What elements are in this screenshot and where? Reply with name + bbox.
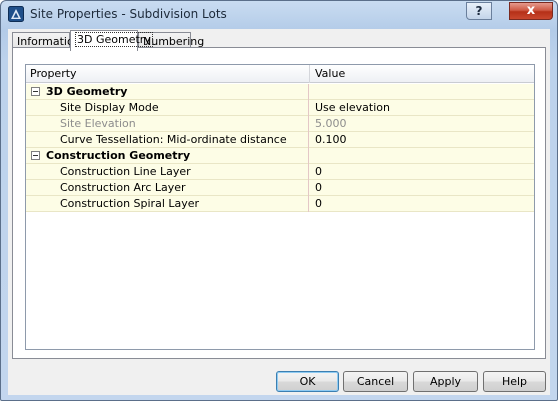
dialog-window: Site Properties - Subdivision Lots ? x I…: [0, 0, 558, 401]
cell-divider: [308, 148, 309, 164]
dialog-body: Information 3D Geometry Numbering Proper…: [8, 29, 550, 395]
cell-divider: [308, 196, 309, 212]
property-column-header[interactable]: Property: [30, 67, 77, 80]
ok-button[interactable]: OK: [276, 371, 339, 392]
apply-button[interactable]: Apply: [413, 371, 478, 392]
property-name: Curve Tessellation: Mid-ordinate distanc…: [60, 133, 287, 146]
value-column-header[interactable]: Value: [315, 67, 345, 80]
title-bar[interactable]: Site Properties - Subdivision Lots ? x: [1, 1, 557, 29]
column-divider[interactable]: [309, 65, 310, 83]
cell-divider: [308, 84, 309, 100]
property-row-construction-line-layer[interactable]: Construction Line Layer 0: [26, 164, 534, 180]
tab-panel: Property Value 3D Geometry Site Display …: [12, 47, 546, 359]
category-row-construction-geometry[interactable]: Construction Geometry: [26, 148, 534, 164]
help-button[interactable]: Help: [483, 371, 546, 392]
category-label: Construction Geometry: [46, 149, 191, 162]
category-row-3d-geometry[interactable]: 3D Geometry: [26, 84, 534, 100]
civil3d-icon: [8, 6, 24, 22]
property-value[interactable]: 0.100: [315, 133, 347, 146]
window-title: Site Properties - Subdivision Lots: [30, 7, 227, 21]
cell-divider: [308, 116, 309, 132]
cancel-button[interactable]: Cancel: [343, 371, 408, 392]
property-row-site-display-mode[interactable]: Site Display Mode Use elevation: [26, 100, 534, 116]
property-row-site-elevation: Site Elevation 5.000: [26, 116, 534, 132]
cell-divider: [308, 180, 309, 196]
cell-divider: [308, 100, 309, 116]
property-row-construction-arc-layer[interactable]: Construction Arc Layer 0: [26, 180, 534, 196]
cell-divider: [308, 164, 309, 180]
property-name: Construction Spiral Layer: [60, 197, 200, 210]
property-row-curve-tessellation[interactable]: Curve Tessellation: Mid-ordinate distanc…: [26, 132, 534, 148]
tab-3d-geometry[interactable]: 3D Geometry: [70, 30, 153, 51]
tab-label: 3D Geometry: [75, 32, 153, 47]
property-name: Site Display Mode: [60, 101, 159, 114]
property-grid: Property Value 3D Geometry Site Display …: [25, 64, 535, 350]
property-name: Construction Arc Layer: [60, 181, 186, 194]
property-value[interactable]: Use elevation: [315, 101, 390, 114]
collapse-icon[interactable]: [31, 151, 40, 160]
property-name: Site Elevation: [60, 117, 136, 130]
cell-divider: [308, 132, 309, 148]
property-value[interactable]: 0: [315, 181, 322, 194]
property-name: Construction Line Layer: [60, 165, 191, 178]
collapse-icon[interactable]: [31, 87, 40, 96]
property-value: 5.000: [315, 117, 347, 130]
property-value[interactable]: 0: [315, 165, 322, 178]
property-value[interactable]: 0: [315, 197, 322, 210]
close-icon[interactable]: x: [509, 2, 553, 20]
help-icon[interactable]: ?: [466, 2, 492, 20]
category-label: 3D Geometry: [46, 85, 128, 98]
grid-header: Property Value: [26, 65, 534, 83]
property-row-construction-spiral-layer[interactable]: Construction Spiral Layer 0: [26, 196, 534, 212]
